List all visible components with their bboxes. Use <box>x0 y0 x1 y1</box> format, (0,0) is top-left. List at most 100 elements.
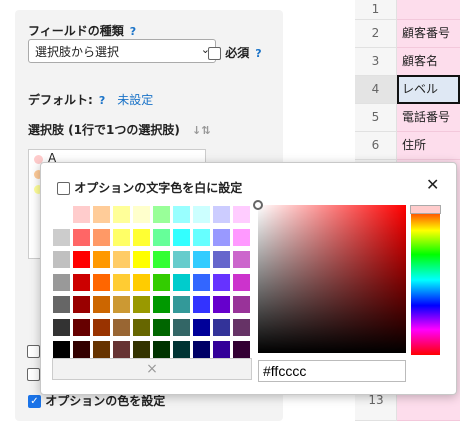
color-swatch[interactable] <box>73 251 90 268</box>
color-swatch[interactable] <box>133 341 150 358</box>
row-header[interactable]: 5 <box>355 104 397 132</box>
row-header-selected[interactable]: 4 <box>355 76 397 104</box>
color-swatch[interactable] <box>213 228 230 246</box>
color-swatch[interactable] <box>213 296 230 313</box>
color-swatch[interactable] <box>93 228 110 246</box>
color-swatch[interactable] <box>73 228 90 246</box>
color-swatch[interactable] <box>213 206 230 223</box>
color-swatch[interactable] <box>53 341 70 358</box>
field-type-select[interactable]: 選択肢から選択 ⌄ <box>28 39 216 63</box>
color-swatch[interactable] <box>153 273 170 291</box>
color-swatch[interactable] <box>173 273 190 291</box>
color-swatch[interactable] <box>113 273 130 291</box>
color-swatch[interactable] <box>53 206 70 223</box>
hex-color-input[interactable] <box>258 360 406 382</box>
color-swatch[interactable] <box>193 296 210 313</box>
white-text-checkbox[interactable] <box>57 182 70 195</box>
color-swatch[interactable] <box>153 206 170 223</box>
color-swatch[interactable] <box>73 341 90 358</box>
hidden-checkbox-1[interactable] <box>27 345 40 358</box>
color-swatch[interactable] <box>233 228 250 246</box>
color-swatch[interactable] <box>113 228 130 246</box>
color-swatch[interactable] <box>213 273 230 291</box>
color-swatch[interactable] <box>233 251 250 268</box>
color-swatch[interactable] <box>173 251 190 268</box>
color-swatch[interactable] <box>173 206 190 223</box>
hidden-checkbox-2[interactable] <box>27 368 40 381</box>
color-swatch[interactable] <box>213 318 230 336</box>
color-swatch[interactable] <box>233 318 250 336</box>
active-cell[interactable]: レベル <box>397 75 460 104</box>
color-swatch[interactable] <box>213 341 230 358</box>
hue-slider[interactable] <box>410 205 441 355</box>
color-swatch[interactable] <box>173 341 190 358</box>
color-swatch[interactable] <box>53 251 70 268</box>
sv-handle[interactable] <box>253 200 263 210</box>
color-swatch[interactable] <box>53 318 70 336</box>
sheet-cell[interactable]: 顧客名 <box>397 48 460 76</box>
color-swatch[interactable] <box>93 341 110 358</box>
default-help-icon[interactable]: ? <box>99 94 105 107</box>
color-swatch[interactable] <box>153 318 170 336</box>
color-swatch[interactable] <box>113 206 130 223</box>
color-swatch[interactable] <box>113 296 130 313</box>
required-toggle[interactable]: 必須? <box>208 44 262 61</box>
color-swatch[interactable] <box>133 251 150 268</box>
color-swatch[interactable] <box>193 228 210 246</box>
color-swatch[interactable] <box>233 273 250 291</box>
color-swatch[interactable] <box>173 318 190 336</box>
color-swatch[interactable] <box>73 318 90 336</box>
color-swatch[interactable] <box>233 341 250 358</box>
color-swatch[interactable] <box>113 251 130 268</box>
color-swatch[interactable] <box>93 318 110 336</box>
close-icon[interactable]: ✕ <box>426 175 439 194</box>
field-type-help-icon[interactable]: ? <box>130 25 136 38</box>
color-swatch[interactable] <box>93 296 110 313</box>
color-swatch[interactable] <box>173 296 190 313</box>
color-swatch[interactable] <box>193 273 210 291</box>
color-swatch[interactable] <box>53 296 70 313</box>
row-header[interactable]: 1 <box>355 0 397 20</box>
color-swatch[interactable] <box>173 228 190 246</box>
color-swatch[interactable] <box>133 228 150 246</box>
sheet-cell[interactable]: 顧客番号 <box>397 20 460 48</box>
color-swatch[interactable] <box>153 296 170 313</box>
color-swatch[interactable] <box>233 296 250 313</box>
default-value-link[interactable]: 未設定 <box>117 93 153 107</box>
color-swatch[interactable] <box>73 296 90 313</box>
option-color-checkbox[interactable]: ✓ <box>28 395 41 408</box>
color-swatch[interactable] <box>113 341 130 358</box>
sheet-cell[interactable]: 住所 <box>397 132 460 160</box>
color-swatch[interactable] <box>193 206 210 223</box>
color-swatch[interactable] <box>133 273 150 291</box>
row-header[interactable]: 6 <box>355 132 397 160</box>
color-swatch[interactable] <box>133 206 150 223</box>
color-swatch[interactable] <box>133 296 150 313</box>
saturation-value-area[interactable] <box>253 200 406 353</box>
color-swatch[interactable] <box>153 228 170 246</box>
color-swatch[interactable] <box>153 251 170 268</box>
sort-icon[interactable]: ↓⇅ <box>192 124 210 137</box>
color-swatch[interactable] <box>53 273 70 291</box>
sheet-cell[interactable]: 電話番号 <box>397 104 460 132</box>
color-swatch[interactable] <box>93 251 110 268</box>
row-header[interactable]: 3 <box>355 48 397 76</box>
color-swatch[interactable] <box>73 206 90 223</box>
color-swatch[interactable] <box>153 341 170 358</box>
row-header[interactable]: 2 <box>355 20 397 48</box>
color-swatch[interactable] <box>193 251 210 268</box>
color-swatch[interactable] <box>93 206 110 223</box>
hue-handle[interactable] <box>410 205 441 214</box>
required-checkbox[interactable] <box>208 47 221 60</box>
color-swatch[interactable] <box>93 273 110 291</box>
color-swatch[interactable] <box>193 341 210 358</box>
color-swatch[interactable] <box>73 273 90 291</box>
color-swatch[interactable] <box>53 228 70 246</box>
color-swatch[interactable] <box>233 206 250 223</box>
color-swatch[interactable] <box>113 318 130 336</box>
color-swatch[interactable] <box>193 318 210 336</box>
sheet-cell[interactable] <box>397 0 460 20</box>
white-text-toggle[interactable]: オプションの文字色を白に設定 <box>57 179 242 196</box>
color-swatch[interactable] <box>133 318 150 336</box>
color-swatch[interactable] <box>213 251 230 268</box>
